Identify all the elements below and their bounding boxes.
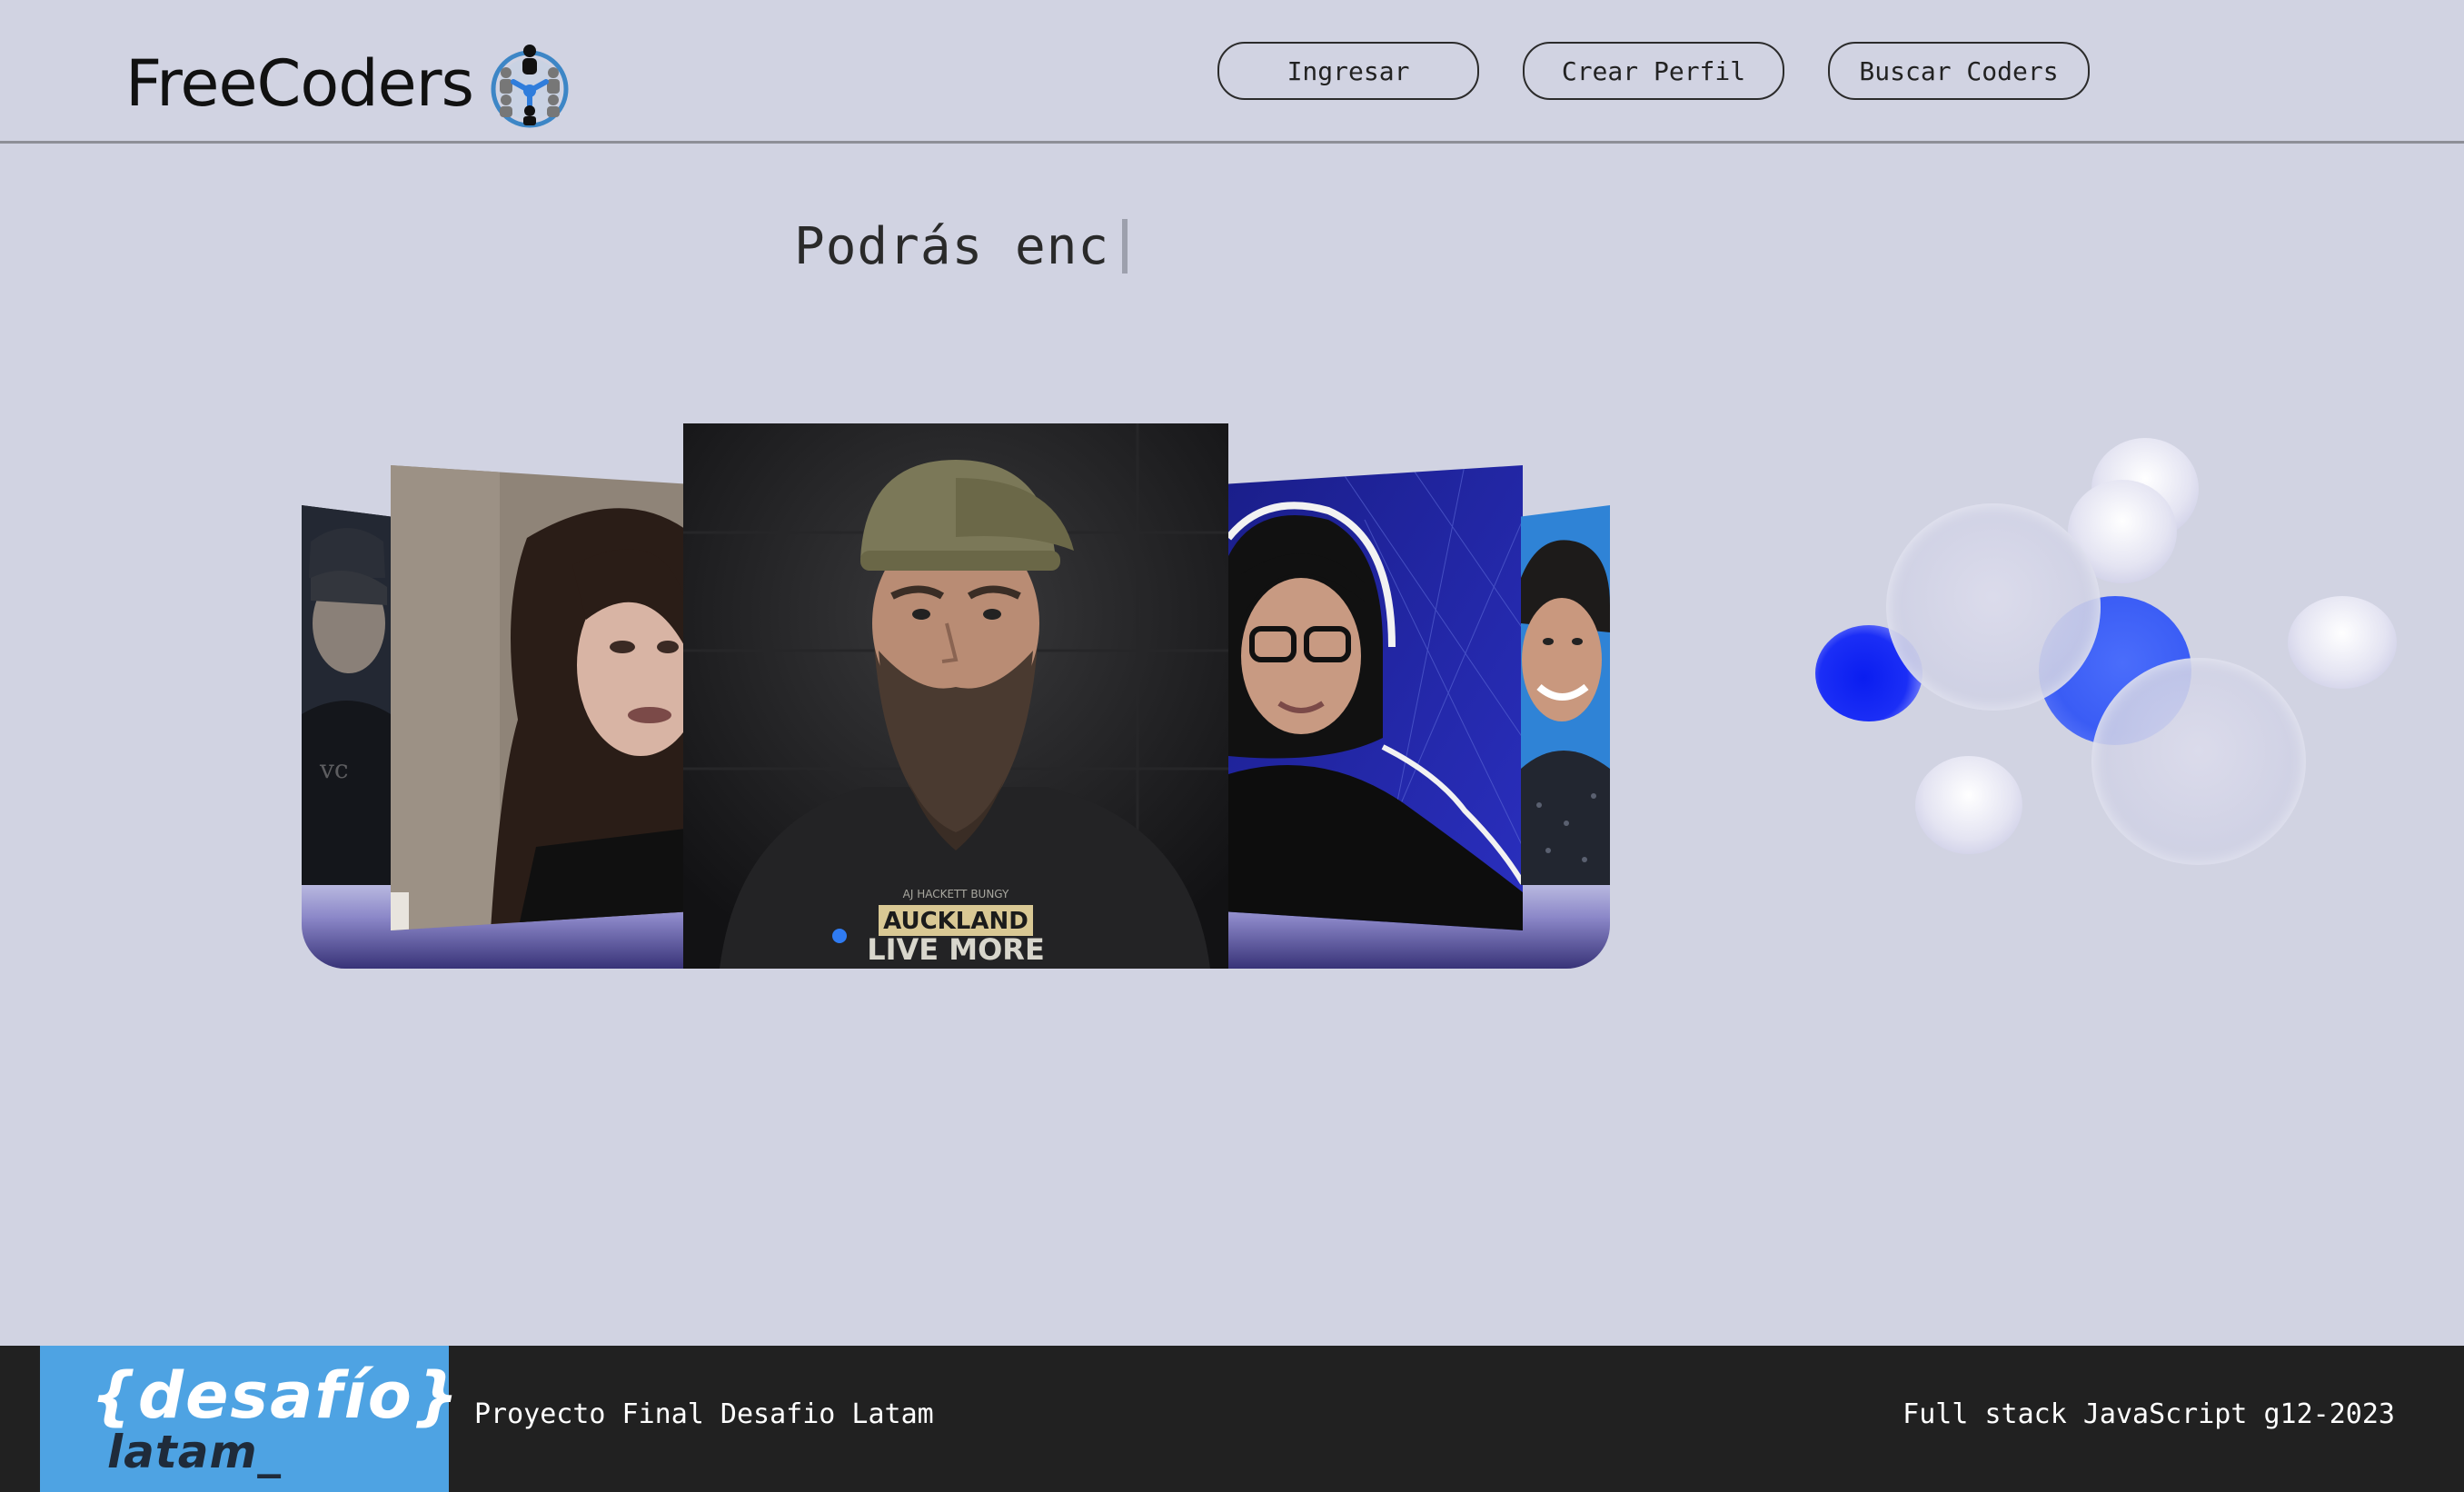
carousel-slide-4[interactable] — [1228, 465, 1523, 930]
svg-text:vc: vc — [319, 754, 349, 784]
woman-glasses-photo — [1228, 465, 1523, 930]
search-coders-button[interactable]: Buscar Coders — [1828, 42, 2090, 100]
footer: {desafío} latam_ Proyecto Final Desafio … — [0, 1346, 2464, 1492]
decorative-bubbles — [1799, 427, 2417, 881]
carousel-slide-1[interactable]: vc — [302, 505, 391, 885]
bubble-small-bottom — [1915, 756, 2022, 854]
team-network-icon — [491, 45, 569, 128]
man-with-beanie-photo: vc — [302, 505, 391, 885]
navbar: FreeCoders Ingresar Crear Perfil Buscar — [0, 0, 2464, 144]
svg-text:AUCKLAND: AUCKLAND — [883, 908, 1028, 935]
login-button[interactable]: Ingresar — [1217, 42, 1479, 100]
logo-line-2: latam_ — [107, 1426, 282, 1478]
footer-course-text: Full stack JavaScript g12-2023 — [1903, 1398, 2395, 1430]
logo-line-1: {desafío} — [91, 1358, 461, 1433]
footer-project-text: Proyecto Final Desafio Latam — [474, 1398, 934, 1430]
hero-typing-text: Podrás enc — [794, 216, 1110, 276]
carousel-pager-dot[interactable] — [832, 929, 847, 943]
typing-caret — [1122, 219, 1128, 274]
carousel-slide-5[interactable] — [1521, 505, 1610, 885]
svg-text:LIVE MORE: LIVE MORE — [867, 932, 1045, 967]
profile-carousel[interactable]: vc AJ HACKETT BUNGY AUCKLAND LIVE MORE — [302, 422, 1610, 969]
desafio-latam-logo[interactable]: {desafío} latam_ — [40, 1346, 459, 1492]
woman-long-hair-photo — [391, 465, 685, 930]
bubble-glass-large-left — [1886, 503, 2101, 711]
carousel-slide-3[interactable]: AJ HACKETT BUNGY AUCKLAND LIVE MORE — [683, 423, 1228, 969]
bearded-man-cap-photo: AJ HACKETT BUNGY AUCKLAND LIVE MORE — [683, 423, 1228, 969]
brand[interactable]: FreeCoders — [125, 38, 571, 129]
hero-typing: Podrás enc — [794, 214, 1128, 278]
create-profile-button[interactable]: Crear Perfil — [1523, 42, 1784, 100]
svg-text:AJ HACKETT BUNGY: AJ HACKETT BUNGY — [903, 888, 1009, 900]
brand-name: FreeCoders — [125, 46, 474, 121]
carousel-slide-2[interactable] — [391, 465, 685, 930]
bubble-glass-large-right — [2091, 658, 2306, 865]
bubble-small-right — [2288, 596, 2397, 689]
smiling-man-photo — [1521, 505, 1610, 885]
